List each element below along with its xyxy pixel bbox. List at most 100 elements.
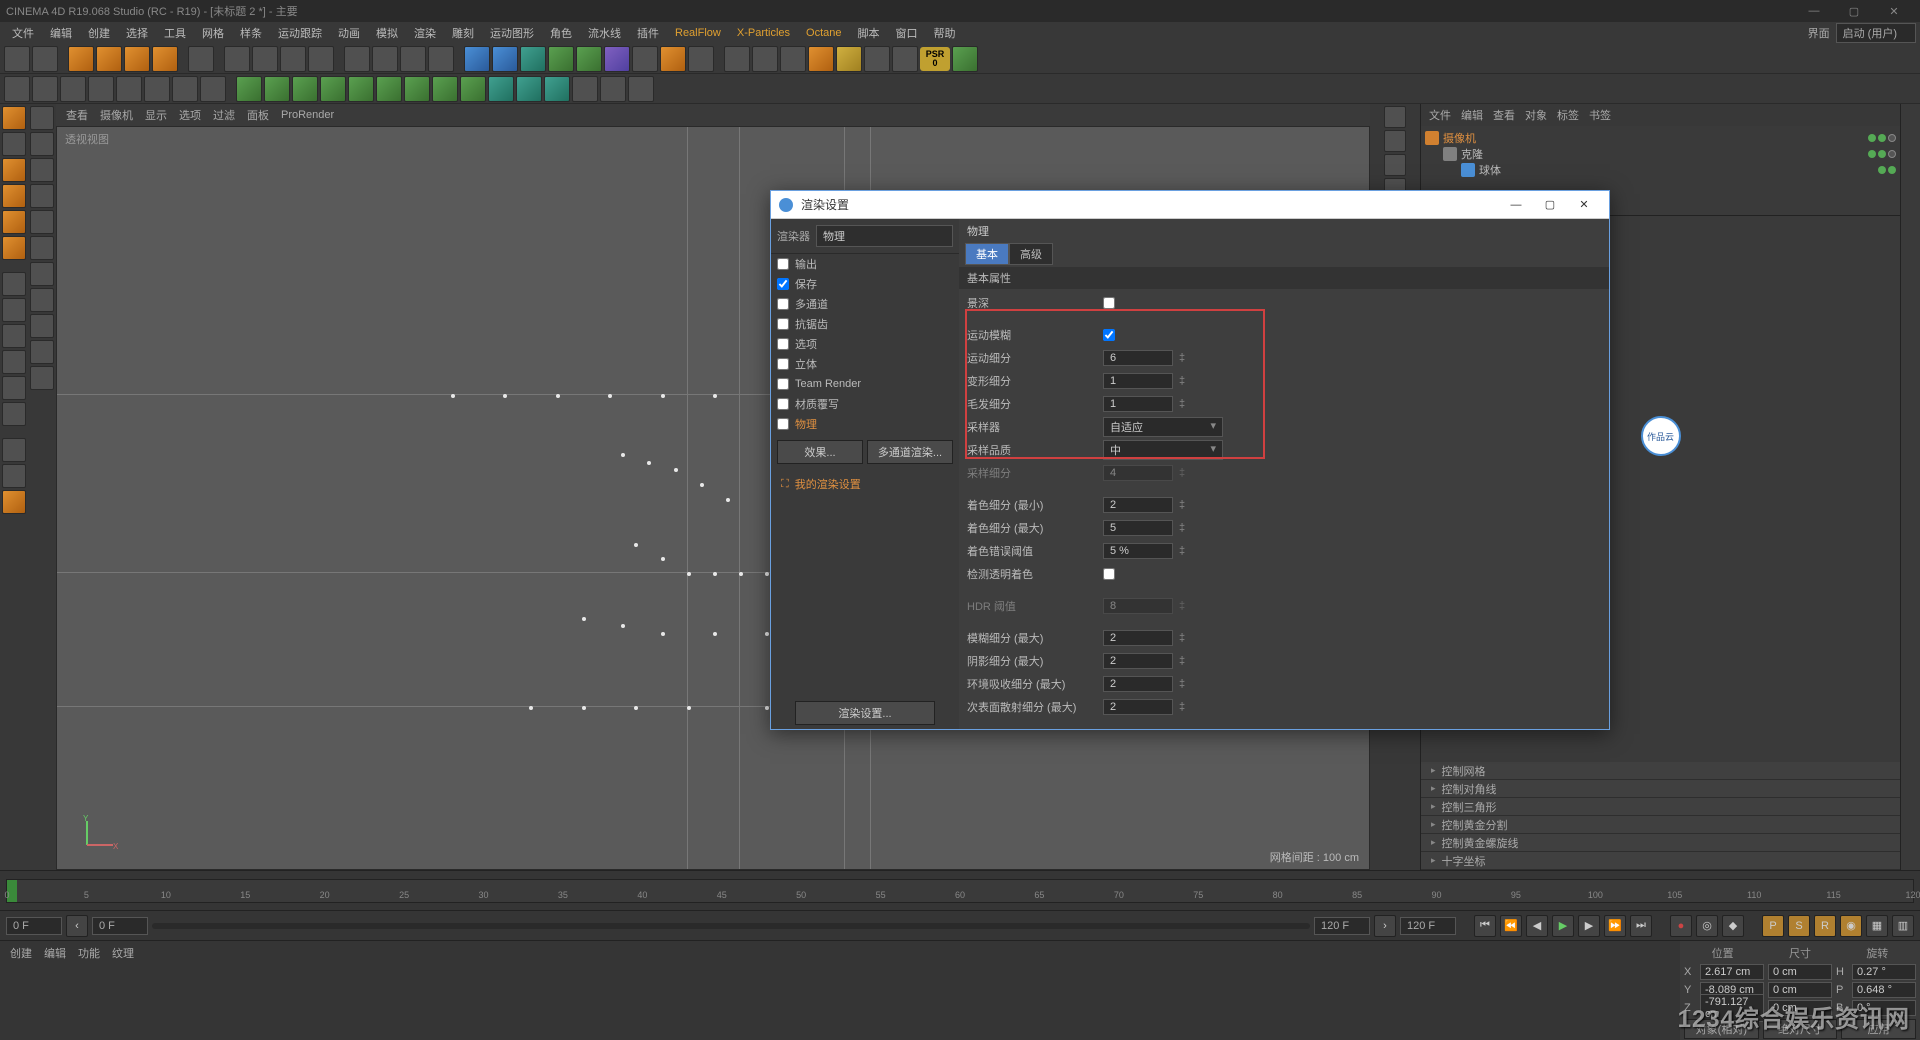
tool2-h[interactable]: [200, 76, 226, 102]
live-select-button[interactable]: [68, 46, 94, 72]
menu-script[interactable]: 脚本: [850, 23, 888, 43]
move-button[interactable]: [96, 46, 122, 72]
prop-spinner[interactable]: ‡: [1179, 600, 1189, 612]
dialog-minimize-button[interactable]: —: [1499, 199, 1533, 211]
mograph-instance-button[interactable]: [320, 76, 346, 102]
prop-spinner[interactable]: ‡: [1179, 499, 1189, 511]
goto-end-button[interactable]: ⏭: [1630, 915, 1652, 937]
plugin-b-button[interactable]: [952, 46, 978, 72]
take-button[interactable]: [864, 46, 890, 72]
render-category-2[interactable]: 多通道: [771, 294, 959, 314]
tab-basic[interactable]: 基本: [965, 243, 1009, 265]
rotate-button[interactable]: [152, 46, 178, 72]
menu-realflow[interactable]: RealFlow: [667, 25, 729, 41]
render-category-0[interactable]: 输出: [771, 254, 959, 274]
object-row-camera[interactable]: 摄像机: [1425, 130, 1896, 146]
texture-mode-button[interactable]: [2, 132, 26, 156]
menu-spline[interactable]: 样条: [232, 23, 270, 43]
generator-array-button[interactable]: [576, 46, 602, 72]
om-menu-tags[interactable]: 标签: [1557, 107, 1579, 123]
recent-tool-button[interactable]: [188, 46, 214, 72]
menu-plugins[interactable]: 插件: [629, 23, 667, 43]
tool2-d[interactable]: [88, 76, 114, 102]
light-button[interactable]: [688, 46, 714, 72]
render-category-checkbox[interactable]: [777, 278, 789, 290]
workplane-mode-button[interactable]: [2, 158, 26, 182]
menu-sculpt[interactable]: 雕刻: [444, 23, 482, 43]
prop-spinner[interactable]: ‡: [1179, 632, 1189, 644]
lasso-tool-button[interactable]: [30, 158, 54, 182]
menu-render[interactable]: 渲染: [406, 23, 444, 43]
prop-value[interactable]: 8: [1103, 598, 1173, 614]
effector-shader-button[interactable]: [544, 76, 570, 102]
window-maximize-button[interactable]: ▢: [1834, 1, 1874, 21]
om-menu-edit[interactable]: 编辑: [1461, 107, 1483, 123]
om-menu-file[interactable]: 文件: [1429, 107, 1451, 123]
effector-random-button[interactable]: [516, 76, 542, 102]
vp-nav-b[interactable]: [1384, 130, 1406, 152]
prop-spinner[interactable]: ‡: [1179, 545, 1189, 557]
menu-mograph[interactable]: 运动图形: [482, 23, 542, 43]
vp-menu-prorender[interactable]: ProRender: [281, 109, 334, 121]
prev-frame-button[interactable]: ◀: [1526, 915, 1548, 937]
render-category-1[interactable]: 保存: [771, 274, 959, 294]
record-button[interactable]: ●: [1670, 915, 1692, 937]
camera-button[interactable]: [660, 46, 686, 72]
acc-golden[interactable]: 控制黄金分割: [1421, 816, 1900, 834]
polygon-mode-button[interactable]: [2, 236, 26, 260]
play-button[interactable]: ▶: [1552, 915, 1574, 937]
softsel-button[interactable]: [2, 438, 26, 462]
tool2-a[interactable]: [4, 76, 30, 102]
dialog-maximize-button[interactable]: ▢: [1533, 198, 1567, 211]
mograph-extrude-button[interactable]: [432, 76, 458, 102]
step-back-button[interactable]: ⏪: [1500, 915, 1522, 937]
vp-menu-display[interactable]: 显示: [145, 107, 167, 123]
prop-checkbox[interactable]: [1103, 329, 1115, 341]
model-mode-button[interactable]: [2, 106, 26, 130]
goto-start-button[interactable]: ⏮: [1474, 915, 1496, 937]
tool2-e[interactable]: [116, 76, 142, 102]
mograph-polyfx-button[interactable]: [460, 76, 486, 102]
dialog-titlebar[interactable]: 渲染设置 — ▢ ✕: [771, 191, 1609, 219]
step-fwd-button[interactable]: ⏩: [1604, 915, 1626, 937]
normal-button[interactable]: [2, 490, 26, 514]
fill-tool-button[interactable]: [30, 314, 54, 338]
prop-select[interactable]: 自适应: [1103, 417, 1223, 437]
prop-spinner[interactable]: ‡: [1179, 701, 1189, 713]
prop-spinner[interactable]: ‡: [1179, 375, 1189, 387]
menu-edit[interactable]: 编辑: [42, 23, 80, 43]
prop-value[interactable]: 1: [1103, 373, 1173, 389]
point-mode-button[interactable]: [2, 184, 26, 208]
window-close-button[interactable]: ✕: [1874, 1, 1914, 21]
mograph-spline-button[interactable]: [404, 76, 430, 102]
mograph-tracer-button[interactable]: [376, 76, 402, 102]
vp-nav-a[interactable]: [1384, 106, 1406, 128]
vp-menu-panel[interactable]: 面板: [247, 107, 269, 123]
key-pos-button[interactable]: P: [1762, 915, 1784, 937]
axis-mode-button[interactable]: [2, 272, 26, 296]
render-category-checkbox[interactable]: [777, 318, 789, 330]
coord-h-rot[interactable]: 0.27 °: [1852, 964, 1916, 980]
coord-y-size[interactable]: 0 cm: [1768, 982, 1832, 998]
prop-select[interactable]: 中: [1103, 440, 1223, 460]
render-category-3[interactable]: 抗锯齿: [771, 314, 959, 334]
poly-tool-button[interactable]: [30, 236, 54, 260]
prop-value[interactable]: 2: [1103, 497, 1173, 513]
render-category-6[interactable]: Team Render: [771, 374, 959, 394]
menu-tools[interactable]: 工具: [156, 23, 194, 43]
generator-subdivision-button[interactable]: [520, 46, 546, 72]
mograph-matrix-button[interactable]: [264, 76, 290, 102]
menu-pipeline[interactable]: 流水线: [580, 23, 629, 43]
xpresso-button[interactable]: [724, 46, 750, 72]
select-tool-button[interactable]: [30, 132, 54, 156]
loop-tool-button[interactable]: [30, 262, 54, 286]
workplane-button[interactable]: [2, 350, 26, 374]
menu-character[interactable]: 角色: [542, 23, 580, 43]
acc-triangle[interactable]: 控制三角形: [1421, 798, 1900, 816]
render-view-button[interactable]: [344, 46, 370, 72]
vp-nav-c[interactable]: [1384, 154, 1406, 176]
renderer-selector[interactable]: 物理: [816, 225, 953, 247]
menu-xparticles[interactable]: X-Particles: [729, 25, 798, 41]
plugin-a-button[interactable]: [892, 46, 918, 72]
key-rot-button[interactable]: R: [1814, 915, 1836, 937]
